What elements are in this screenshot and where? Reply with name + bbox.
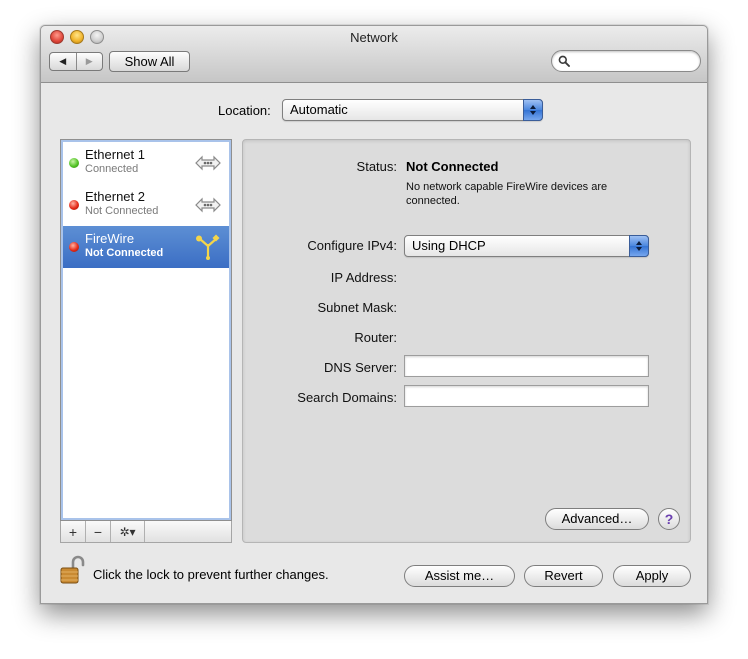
add-service-button[interactable]: + — [61, 521, 86, 542]
service-name: Ethernet 2 — [85, 189, 145, 204]
ip-address-label: IP Address: — [330, 270, 397, 285]
status-label: Status: — [356, 159, 397, 174]
status-value: Not Connected — [406, 159, 499, 174]
firewire-icon — [196, 234, 220, 260]
help-button[interactable]: ? — [658, 508, 680, 530]
apply-button[interactable]: Apply — [613, 565, 691, 587]
status-dot-icon — [69, 200, 79, 210]
service-list[interactable]: Ethernet 1 Connected Ethernet 2 Not Conn… — [60, 139, 232, 521]
status-description: No network capable FireWire devices are … — [406, 181, 608, 207]
service-item-ethernet-2[interactable]: Ethernet 2 Not Connected — [63, 184, 229, 226]
remove-service-button[interactable]: − — [86, 521, 111, 542]
configure-ipv4-label: Configure IPv4: — [307, 238, 397, 253]
network-preferences-window: Network ◀ ▶ Show All Location: Automatic… — [40, 25, 708, 604]
advanced-button[interactable]: Advanced… — [545, 508, 649, 530]
popup-arrows-icon — [523, 99, 543, 121]
location-label: Location: — [218, 103, 271, 118]
service-status: Not Connected — [85, 205, 159, 217]
configure-ipv4-value: Using DHCP — [412, 238, 486, 253]
search-domains-label: Search Domains: — [297, 390, 397, 405]
subnet-mask-label: Subnet Mask: — [317, 300, 398, 315]
assist-me-button[interactable]: Assist me… — [404, 565, 515, 587]
service-name: Ethernet 1 — [85, 147, 145, 162]
service-item-ethernet-1[interactable]: Ethernet 1 Connected — [63, 142, 229, 184]
ethernet-icon — [195, 197, 221, 213]
gear-icon[interactable]: ✲▾ — [111, 521, 145, 542]
service-status: Not Connected — [85, 247, 164, 259]
lock-message: Click the lock to prevent further change… — [93, 567, 329, 582]
service-name: FireWire — [85, 231, 135, 246]
dns-server-field[interactable] — [404, 355, 649, 377]
configure-ipv4-popup[interactable]: Using DHCP — [404, 235, 649, 257]
search-icon — [558, 55, 570, 67]
location-popup[interactable]: Automatic — [282, 99, 543, 121]
title-bar: Network ◀ ▶ Show All — [41, 26, 707, 83]
service-list-toolbar: + − ✲▾ — [60, 521, 232, 543]
search-field[interactable] — [551, 50, 701, 72]
back-forward-control: ◀ ▶ — [49, 52, 103, 71]
status-dot-icon — [69, 158, 79, 168]
status-dot-icon — [69, 242, 79, 252]
lock-icon[interactable] — [59, 555, 85, 585]
service-item-firewire[interactable]: FireWire Not Connected — [63, 226, 229, 268]
dns-server-label: DNS Server: — [324, 360, 397, 375]
back-button[interactable]: ◀ — [50, 53, 76, 70]
service-detail-panel: Status: Not Connected No network capable… — [242, 139, 691, 543]
popup-arrows-icon — [629, 235, 649, 257]
router-label: Router: — [354, 330, 397, 345]
forward-button[interactable]: ▶ — [75, 53, 103, 70]
revert-button[interactable]: Revert — [524, 565, 603, 587]
window-title: Network — [350, 30, 398, 45]
service-status: Connected — [85, 163, 139, 175]
ethernet-icon — [195, 155, 221, 171]
location-value: Automatic — [290, 102, 348, 117]
show-all-button[interactable]: Show All — [109, 51, 190, 72]
search-domains-field[interactable] — [404, 385, 649, 407]
